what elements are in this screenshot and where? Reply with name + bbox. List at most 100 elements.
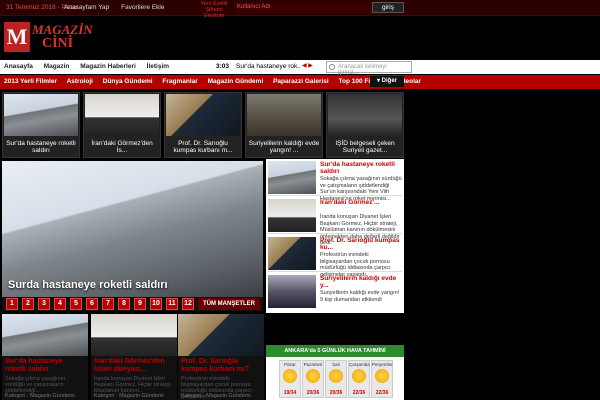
weather-widget: ANKARA'da 5 GÜNLÜK HAVA TAHMİNİ Pazar 19… (266, 345, 404, 400)
ad-space (266, 314, 404, 340)
sun-icon (306, 369, 320, 383)
list-item[interactable]: İran'daki Görmez'... İranda konuşan Diya… (268, 197, 402, 246)
headline-slider[interactable]: Surda hastaneye roketli saldırı 1 2 3 4 … (2, 161, 263, 311)
list-item[interactable]: Suriyelilerin kaldığı evde y... Suriyeli… (268, 273, 402, 310)
weather-title: ANKARA'da 5 GÜNLÜK HAVA TAHMİNİ (266, 345, 404, 357)
news-card[interactable]: İran'daki Görmez'den İslam dünyası... İr… (91, 314, 177, 400)
hero-image[interactable] (2, 161, 263, 297)
weather-day: Pazar 19/34 (279, 360, 301, 398)
top-links: Anasayfam Yap Favorilere Ekle (64, 4, 174, 11)
sun-icon (352, 369, 366, 383)
nav-item-news[interactable]: Magazin Haberleri (80, 63, 136, 70)
pager-button[interactable]: 10 (150, 298, 162, 310)
strip-caption: Suriyelilerin kaldığı evde yangın! ... (248, 140, 320, 154)
weather-day: Salı 20/36 (325, 360, 347, 398)
side-news-list: Sur'da hastaneye roketli saldırı Sokağa … (266, 159, 404, 313)
strip-image (328, 94, 402, 136)
make-homepage-link[interactable]: Anasayfam Yap (64, 4, 109, 11)
news-cards: Sur'da hastaneye roketli saldırı Sokağa … (0, 314, 265, 400)
logo-text-2: CİNİ (42, 36, 74, 51)
top-bar: 31 Temmuz 2016 - Pazar Anasayfam Yap Fav… (0, 0, 600, 19)
card-category[interactable]: Kategori : Magazin Gündemi (181, 393, 251, 399)
nav-item-contact[interactable]: İletişim (147, 63, 169, 70)
card-desc: İranda konuşan Diyanet İşleri Başkanı Gö… (94, 376, 172, 394)
category-astroloji[interactable]: Astroloji (67, 78, 93, 85)
pager-button[interactable]: 4 (54, 298, 66, 310)
weather-day-name: Pazartesi (303, 362, 323, 367)
strip-item[interactable]: İran'daki Görmez'den İs... (83, 92, 161, 158)
news-card[interactable]: Prof. Dr. Sarıoğlu kumpas kurbanı mı? Pr… (178, 314, 264, 400)
card-image (91, 314, 177, 356)
slider-pager: 1 2 3 4 5 6 7 8 9 10 11 12 TÜM MANŞETLER (2, 297, 263, 311)
login-button[interactable]: giriş (372, 2, 404, 13)
strip-caption: İran'daki Görmez'den İs... (91, 140, 153, 154)
list-title[interactable]: Suriyelilerin kaldığı evde y... (320, 275, 402, 289)
strip-item[interactable]: Sur'da hastaneye roketli saldırı (2, 92, 80, 158)
list-thumbnail (268, 237, 316, 270)
strip-image (247, 94, 321, 136)
list-desc: Suriyelilerin kaldığı evde yangın! 9 kiş… (320, 290, 400, 303)
pager-button[interactable]: 1 (6, 298, 18, 310)
weather-temp: 22/36 (352, 390, 366, 396)
card-title[interactable]: Prof. Dr. Sarıoğlu kumpas kurbanı mı? (181, 358, 261, 374)
strip-item[interactable]: Suriyelilerin kaldığı evde yangın! ... (245, 92, 323, 158)
all-headlines-button[interactable]: TÜM MANŞETLER (198, 298, 260, 310)
strip-caption: Prof. Dr. Sarıoğlu kumpas kurbanı m... (173, 140, 233, 154)
category-dunya-gundemi[interactable]: Dünya Gündemi (103, 78, 153, 85)
card-title[interactable]: İran'daki Görmez'den İslam dünyası... (94, 358, 174, 374)
strip-item[interactable]: IŞİD belgeseli çeken Suriyeli gazet... (326, 92, 404, 158)
category-paparazzi[interactable]: Paparazzi Galerisi (273, 78, 329, 85)
list-item[interactable]: Sur'da hastaneye roketli saldırı Sokağa … (268, 159, 402, 202)
strip-caption: IŞİD belgeseli çeken Suriyeli gazet... (335, 140, 395, 154)
list-title[interactable]: Sur'da hastaneye roketli saldırı (320, 161, 402, 175)
ticker-arrows-icon[interactable]: ◀ ▶ (302, 62, 313, 69)
list-title[interactable]: Prof. Dr. Sarıoğlu kumpas ku... (320, 237, 402, 251)
pager-button[interactable]: 5 (70, 298, 82, 310)
list-item[interactable]: Prof. Dr. Sarıoğlu kumpas ku... Profesör… (268, 235, 402, 278)
weather-day-name: Salı (332, 362, 340, 367)
more-label: Diğer (381, 78, 398, 84)
pager-button[interactable]: 11 (166, 298, 178, 310)
more-categories-button[interactable]: ▾ Diğer (370, 76, 404, 87)
username-input[interactable]: Kullanıcı Adı (234, 3, 372, 13)
nav-item-magazin[interactable]: Magazin (44, 63, 70, 70)
card-category[interactable]: Kategori : Magazin Gündemi (5, 393, 75, 399)
pager-button[interactable]: 12 (182, 298, 194, 310)
pager-button[interactable]: 6 (86, 298, 98, 310)
search-input[interactable]: Aranacak kelimeyi giriniz... (326, 61, 412, 76)
pager-button[interactable]: 7 (102, 298, 114, 310)
headline-strip: Sur'da hastaneye roketli saldırı İran'da… (0, 92, 405, 158)
category-magazin-gundemi[interactable]: Magazin Gündemi (208, 78, 264, 85)
sun-icon (329, 369, 343, 383)
pager-button[interactable]: 8 (118, 298, 130, 310)
pager-button[interactable]: 9 (134, 298, 146, 310)
add-favorites-link[interactable]: Favorilere Ekle (121, 4, 164, 11)
weather-day: Pazartesi 20/36 (302, 360, 324, 398)
card-category[interactable]: Kategori : Magazin Gündemi (94, 393, 164, 399)
sun-icon (375, 369, 389, 383)
pager-button[interactable]: 2 (22, 298, 34, 310)
news-card[interactable]: Sur'da hastaneye roketli saldırı Sokağa … (2, 314, 88, 400)
strip-caption: Sur'da hastaneye roketli saldırı (6, 140, 76, 154)
list-title[interactable]: İran'daki Görmez'... (320, 199, 402, 206)
pager-button[interactable]: 3 (38, 298, 50, 310)
register-link[interactable]: Yeni Üyelik Şifremi Unuttum (198, 1, 230, 19)
strip-image (166, 94, 240, 136)
strip-item[interactable]: Prof. Dr. Sarıoğlu kumpas kurbanı m... (164, 92, 242, 158)
list-thumbnail (268, 275, 316, 308)
weather-day: Perşembe 22/36 (371, 360, 393, 398)
weather-day-name: Çarşamba (349, 362, 370, 367)
hero-title[interactable]: Surda hastaneye roketli saldırı (8, 279, 168, 291)
weather-day-name: Pazar (284, 362, 296, 367)
category-yerli-filmler[interactable]: 2013 Yerli Filmler (4, 78, 57, 85)
search-icon (329, 64, 335, 70)
weather-temp: 22/36 (375, 390, 389, 396)
news-ticker[interactable]: Sur'da hastaneye rok... (236, 63, 300, 70)
weather-temp: 20/36 (329, 390, 343, 396)
card-title[interactable]: Sur'da hastaneye roketli saldırı (5, 358, 85, 374)
weather-temp: 20/36 (306, 390, 320, 396)
category-fragmanlar[interactable]: Fragmanlar (162, 78, 197, 85)
nav-item-home[interactable]: Anasayfa (4, 63, 33, 70)
card-desc: Sokağa çıkma yasağının sürdüğü ve çatışm… (5, 376, 66, 394)
site-logo[interactable]: M MAGAZİN CİNİ (4, 20, 93, 56)
